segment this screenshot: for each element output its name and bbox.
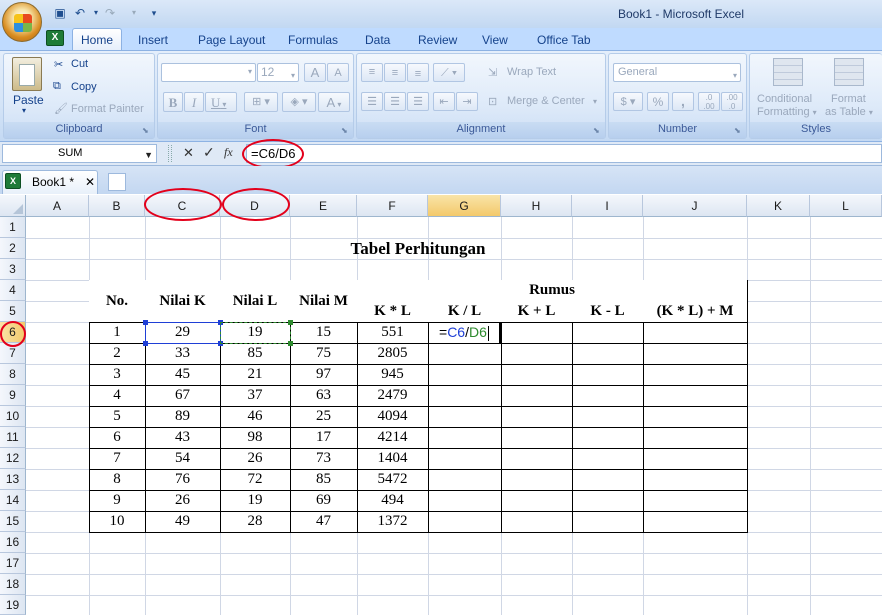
data-cell[interactable]: 10 (89, 511, 145, 532)
header-rumus[interactable]: Rumus (357, 280, 747, 301)
data-cell[interactable]: 1372 (357, 511, 428, 532)
data-cell[interactable]: 5472 (357, 469, 428, 490)
data-cell[interactable]: 63 (290, 385, 357, 406)
data-cell[interactable]: 9 (89, 490, 145, 511)
data-cell[interactable]: 98 (220, 427, 290, 448)
data-cell[interactable]: 89 (145, 406, 220, 427)
data-cell[interactable]: 551 (357, 322, 428, 343)
data-cell[interactable]: 73 (290, 448, 357, 469)
range-handle[interactable] (143, 320, 148, 325)
data-cell[interactable]: 15 (290, 322, 357, 343)
formula-token-eq: = (439, 324, 448, 340)
data-cell[interactable]: 2 (89, 343, 145, 364)
header-k-div-l[interactable]: K / L (428, 301, 501, 322)
annotation-circle-col-c (144, 188, 222, 221)
header-nilai-m[interactable]: Nilai M (290, 280, 357, 322)
header-nilai-k[interactable]: Nilai K (145, 280, 220, 322)
data-cell[interactable]: 4094 (357, 406, 428, 427)
data-cell[interactable]: 97 (290, 364, 357, 385)
reference-range-d6 (220, 322, 291, 344)
text-cursor (487, 325, 489, 341)
header-no[interactable]: No. (89, 280, 145, 322)
data-cell[interactable]: 21 (220, 364, 290, 385)
data-cell[interactable]: 43 (145, 427, 220, 448)
office-logo-icon (14, 14, 32, 32)
data-cell[interactable]: 72 (220, 469, 290, 490)
data-cell[interactable]: 54 (145, 448, 220, 469)
data-cell[interactable]: 4214 (357, 427, 428, 448)
data-cell[interactable]: 17 (290, 427, 357, 448)
header-nilai-l[interactable]: Nilai L (220, 280, 290, 322)
data-cell[interactable]: 76 (145, 469, 220, 490)
data-cell[interactable]: 33 (145, 343, 220, 364)
data-cell[interactable]: 2805 (357, 343, 428, 364)
data-cell[interactable]: 5 (89, 406, 145, 427)
data-cell[interactable]: 7 (89, 448, 145, 469)
data-cell[interactable]: 3 (89, 364, 145, 385)
data-cell[interactable]: 47 (290, 511, 357, 532)
reference-range-c6 (145, 322, 221, 344)
data-cell[interactable]: 25 (290, 406, 357, 427)
header-k-minus-l[interactable]: K - L (572, 301, 643, 322)
annotation-circle-col-d (222, 188, 290, 221)
data-cell[interactable]: 26 (220, 448, 290, 469)
data-cell[interactable]: 49 (145, 511, 220, 532)
data-cell[interactable]: 69 (290, 490, 357, 511)
data-cell[interactable]: 1404 (357, 448, 428, 469)
range-handle[interactable] (143, 341, 148, 346)
sheet-title[interactable]: Tabel Perhitungan (89, 238, 747, 259)
data-cell[interactable]: 4 (89, 385, 145, 406)
data-cell[interactable]: 37 (220, 385, 290, 406)
range-handle[interactable] (288, 320, 293, 325)
annotation-circle-row-6 (0, 321, 26, 347)
data-cell[interactable]: 945 (357, 364, 428, 385)
formula-token-ref1: C6 (447, 324, 466, 340)
range-handle[interactable] (288, 341, 293, 346)
data-cell[interactable]: 67 (145, 385, 220, 406)
data-cell[interactable]: 46 (220, 406, 290, 427)
formula-token-ref2: D6 (468, 324, 487, 340)
data-cell[interactable]: 26 (145, 490, 220, 511)
data-cell[interactable]: 19 (220, 490, 290, 511)
data-cell[interactable]: 8 (89, 469, 145, 490)
data-cell[interactable]: 6 (89, 427, 145, 448)
data-cell[interactable]: 75 (290, 343, 357, 364)
data-cell[interactable]: 494 (357, 490, 428, 511)
header-formula-m[interactable]: (K * L) + M (643, 301, 747, 322)
data-cell[interactable]: 28 (220, 511, 290, 532)
data-cell[interactable]: 2479 (357, 385, 428, 406)
data-cell[interactable]: 45 (145, 364, 220, 385)
data-cell[interactable]: 85 (290, 469, 357, 490)
workbook-excel-icon: X (5, 173, 21, 189)
data-cell[interactable]: 85 (220, 343, 290, 364)
active-cell-editor[interactable]: =C6/D6 (429, 323, 501, 343)
office-button[interactable] (2, 2, 42, 42)
header-k-times-l[interactable]: K * L (357, 301, 428, 322)
data-cell[interactable]: 1 (89, 322, 145, 343)
header-k-plus-l[interactable]: K + L (501, 301, 572, 322)
